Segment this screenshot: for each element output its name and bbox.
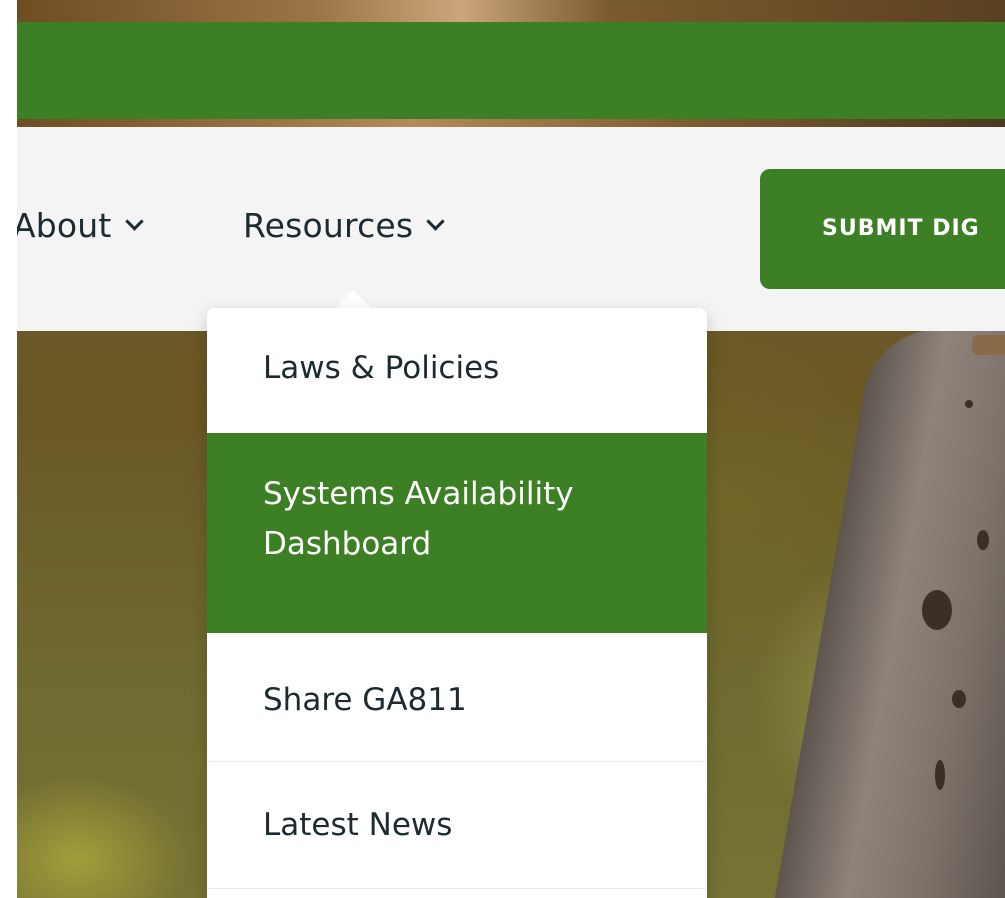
dirt-spot [977,530,989,550]
dropdown-divider [207,888,707,889]
dirt-spot [922,590,952,630]
page-viewport: About Resources SUBMIT DIG Laws & Polici… [17,0,1005,898]
submit-dig-button[interactable]: SUBMIT DIG [760,169,1005,289]
dropdown-item-label: Systems Availability [263,476,574,512]
dirt-spot [965,400,973,408]
dropdown-item-label: Laws & Policies [263,350,500,386]
dropdown-item-laws-policies[interactable]: Laws & Policies [207,308,707,433]
nav-item-about[interactable]: About [17,206,144,245]
dropdown-item-label: Latest News [263,807,453,843]
dirt-spot [935,760,945,790]
dropdown-item-label: Dashboard [263,526,432,562]
chevron-down-icon [426,212,446,231]
dropdown-item-latest-news[interactable]: Latest News [207,762,707,888]
chevron-down-icon [124,212,144,231]
shovel-handle-image [972,335,1005,355]
nav-item-label: About [17,206,112,245]
dirt-spot [952,690,966,708]
resources-dropdown-menu: Laws & Policies Systems Availability Das… [207,308,707,898]
dropdown-item-systems-availability-dashboard[interactable]: Systems Availability Dashboard [207,433,707,633]
dropdown-item-share-ga811[interactable]: Share GA811 [207,633,707,761]
nav-item-resources[interactable]: Resources [243,206,446,245]
hero-image-strip [17,0,1005,24]
nav-item-label: Resources [243,206,414,245]
hero-image-strip-lower [17,119,1005,127]
alert-banner [17,22,1005,120]
dropdown-caret [335,290,371,308]
dropdown-item-label: Share GA811 [263,682,467,718]
